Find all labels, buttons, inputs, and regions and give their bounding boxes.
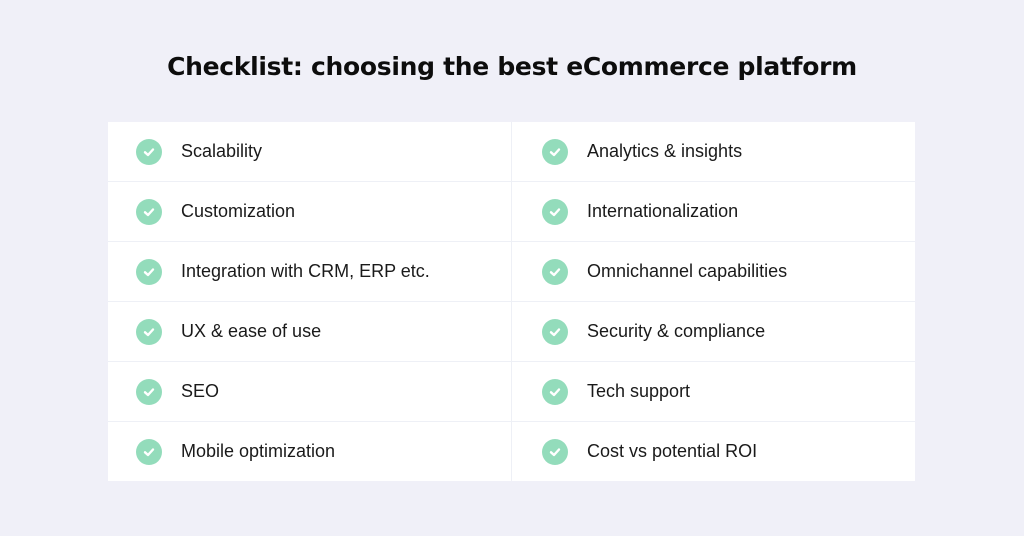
- check-circle-icon: [136, 438, 162, 465]
- check-circle-icon: [136, 138, 162, 165]
- check-circle-icon: [136, 198, 162, 225]
- checklist-grid: Scalability Analytics & insights Customiza…: [108, 122, 915, 481]
- checklist-item: Analytics & insights: [512, 122, 915, 181]
- checklist-item-label: Security & compliance: [587, 321, 766, 341]
- checklist-item: UX & ease of use: [108, 302, 511, 361]
- checklist-item-label: Customization: [181, 201, 296, 221]
- check-circle-icon: [542, 258, 568, 285]
- checklist-item-label: UX & ease of use: [181, 321, 322, 341]
- check-circle-icon: [542, 378, 568, 405]
- checklist-item: Mobile optimization: [108, 422, 511, 481]
- checklist-item-label: Analytics & insights: [587, 141, 743, 161]
- checklist-item: Integration with CRM, ERP etc.: [108, 242, 511, 301]
- checklist-item: Tech support: [512, 362, 915, 421]
- checklist-item-label: SEO: [181, 381, 220, 401]
- checklist-item: Cost vs potential ROI: [512, 422, 915, 481]
- checklist-item-label: Cost vs potential ROI: [587, 441, 758, 461]
- page-title: Checklist: choosing the best eCommerce p…: [167, 52, 857, 81]
- check-circle-icon: [136, 378, 162, 405]
- checklist-item-label: Integration with CRM, ERP etc.: [181, 261, 430, 281]
- checklist-item-label: Tech support: [587, 381, 691, 401]
- check-circle-icon: [136, 318, 162, 345]
- check-circle-icon: [542, 198, 568, 225]
- checklist-item: Customization: [108, 182, 511, 241]
- check-circle-icon: [136, 258, 162, 285]
- checklist-item: Internationalization: [512, 182, 915, 241]
- check-circle-icon: [542, 438, 568, 465]
- checklist-item: Omnichannel capabilities: [512, 242, 915, 301]
- check-circle-icon: [542, 318, 568, 345]
- checklist-item: Scalability: [108, 122, 511, 181]
- checklist-item-label: Internationalization: [587, 201, 739, 221]
- check-circle-icon: [542, 138, 568, 165]
- checklist-item-label: Scalability: [181, 141, 263, 161]
- checklist-item-label: Mobile optimization: [181, 441, 336, 461]
- checklist-item: Security & compliance: [512, 302, 915, 361]
- checklist-item-label: Omnichannel capabilities: [587, 261, 788, 281]
- checklist-item: SEO: [108, 362, 511, 421]
